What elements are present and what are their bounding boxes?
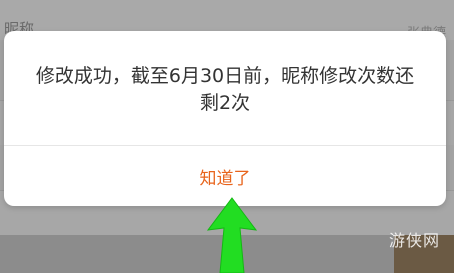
dialog-message: 修改成功，截至6月30日前，昵称修改次数还剩2次 <box>35 65 415 114</box>
nickname-modified-dialog: 修改成功，截至6月30日前，昵称修改次数还剩2次 知道了 <box>4 31 446 206</box>
watermark-text: 游侠网 <box>388 231 440 250</box>
green-arrow-icon <box>206 197 258 273</box>
